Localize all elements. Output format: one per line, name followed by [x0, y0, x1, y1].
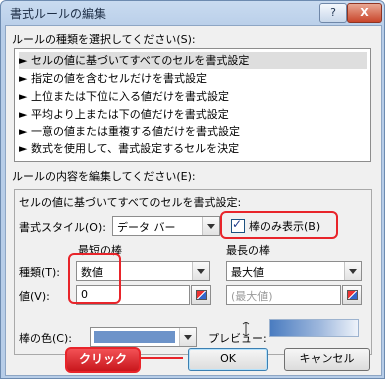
format-style-combo[interactable]: データ バー	[112, 216, 220, 236]
dialog-title: 書式ルールの編集	[10, 7, 107, 21]
chevron-down-icon[interactable]	[179, 328, 196, 346]
range-select-icon	[196, 290, 207, 300]
longest-bar-label: 最長の棒	[226, 244, 270, 257]
bar-preview	[269, 319, 359, 337]
range-select-icon	[347, 290, 358, 300]
ok-button[interactable]: OK	[188, 348, 268, 371]
value-label: 値(V):	[19, 290, 50, 303]
title-bar[interactable]: 書式ルールの編集 ? X	[1, 1, 384, 25]
rule-type-item-contains[interactable]: ► 指定の値を含むセルだけを書式設定	[19, 70, 367, 87]
bar-color-swatch	[94, 331, 175, 343]
longest-type-combo[interactable]: 最大値	[226, 261, 362, 281]
longest-value-input: (最大値)	[226, 285, 341, 305]
rule-type-item-unique-duplicate[interactable]: ► 一意の値または重複する値だけを書式設定	[19, 123, 367, 140]
rule-type-item-formula[interactable]: ► 数式を使用して、書式設定するセルを決定	[19, 140, 367, 157]
chevron-down-icon[interactable]	[344, 262, 361, 280]
rule-content-label: ルールの内容を編集してください(E):	[12, 170, 196, 183]
close-button[interactable]: X	[347, 3, 382, 23]
bar-color-label: 棒の色(C):	[19, 332, 72, 345]
highlight-shortest-bar-fields	[68, 253, 121, 304]
dialog-window: 書式ルールの編集 ? X ルールの種類を選択してください(S): ► セルの値に…	[0, 0, 385, 379]
rule-type-list[interactable]: ► セルの値に基づいてすべてのセルを書式設定 ► 指定の値を含むセルだけを書式設…	[14, 48, 371, 162]
click-callout: クリック	[65, 347, 141, 373]
longest-type-value: 最大値	[231, 266, 264, 279]
help-button[interactable]: ?	[319, 3, 347, 23]
format-style-value: データ バー	[117, 221, 176, 234]
chevron-down-icon[interactable]	[202, 217, 219, 235]
rule-type-item-cell-value[interactable]: ► セルの値に基づいてすべてのセルを書式設定	[19, 52, 367, 69]
mouse-cursor-icon	[242, 322, 250, 336]
chevron-down-icon[interactable]	[192, 262, 209, 280]
rule-type-item-average[interactable]: ► 平均より上または下の値だけを書式設定	[19, 106, 367, 123]
callout-pointer-line	[139, 357, 183, 359]
rule-type-item-top-bottom[interactable]: ► 上位または下位に入る値だけを書式設定	[19, 88, 367, 105]
format-style-label: 書式スタイル(O):	[19, 221, 106, 234]
longest-value-text: (最大値)	[231, 290, 273, 303]
bar-color-combo[interactable]	[90, 327, 197, 347]
rule-type-label: ルールの種類を選択してください(S):	[12, 33, 196, 46]
type-label: 種類(T):	[19, 266, 61, 279]
shortest-value-range-picker[interactable]	[191, 285, 211, 305]
longest-value-range-picker	[342, 285, 362, 305]
cancel-button[interactable]: キャンセル	[284, 348, 370, 371]
preview-label: プレビュー:	[208, 332, 267, 345]
highlight-show-bar-only	[220, 211, 338, 239]
group-title: セルの値に基づいてすべてのセルを書式設定:	[19, 196, 242, 209]
